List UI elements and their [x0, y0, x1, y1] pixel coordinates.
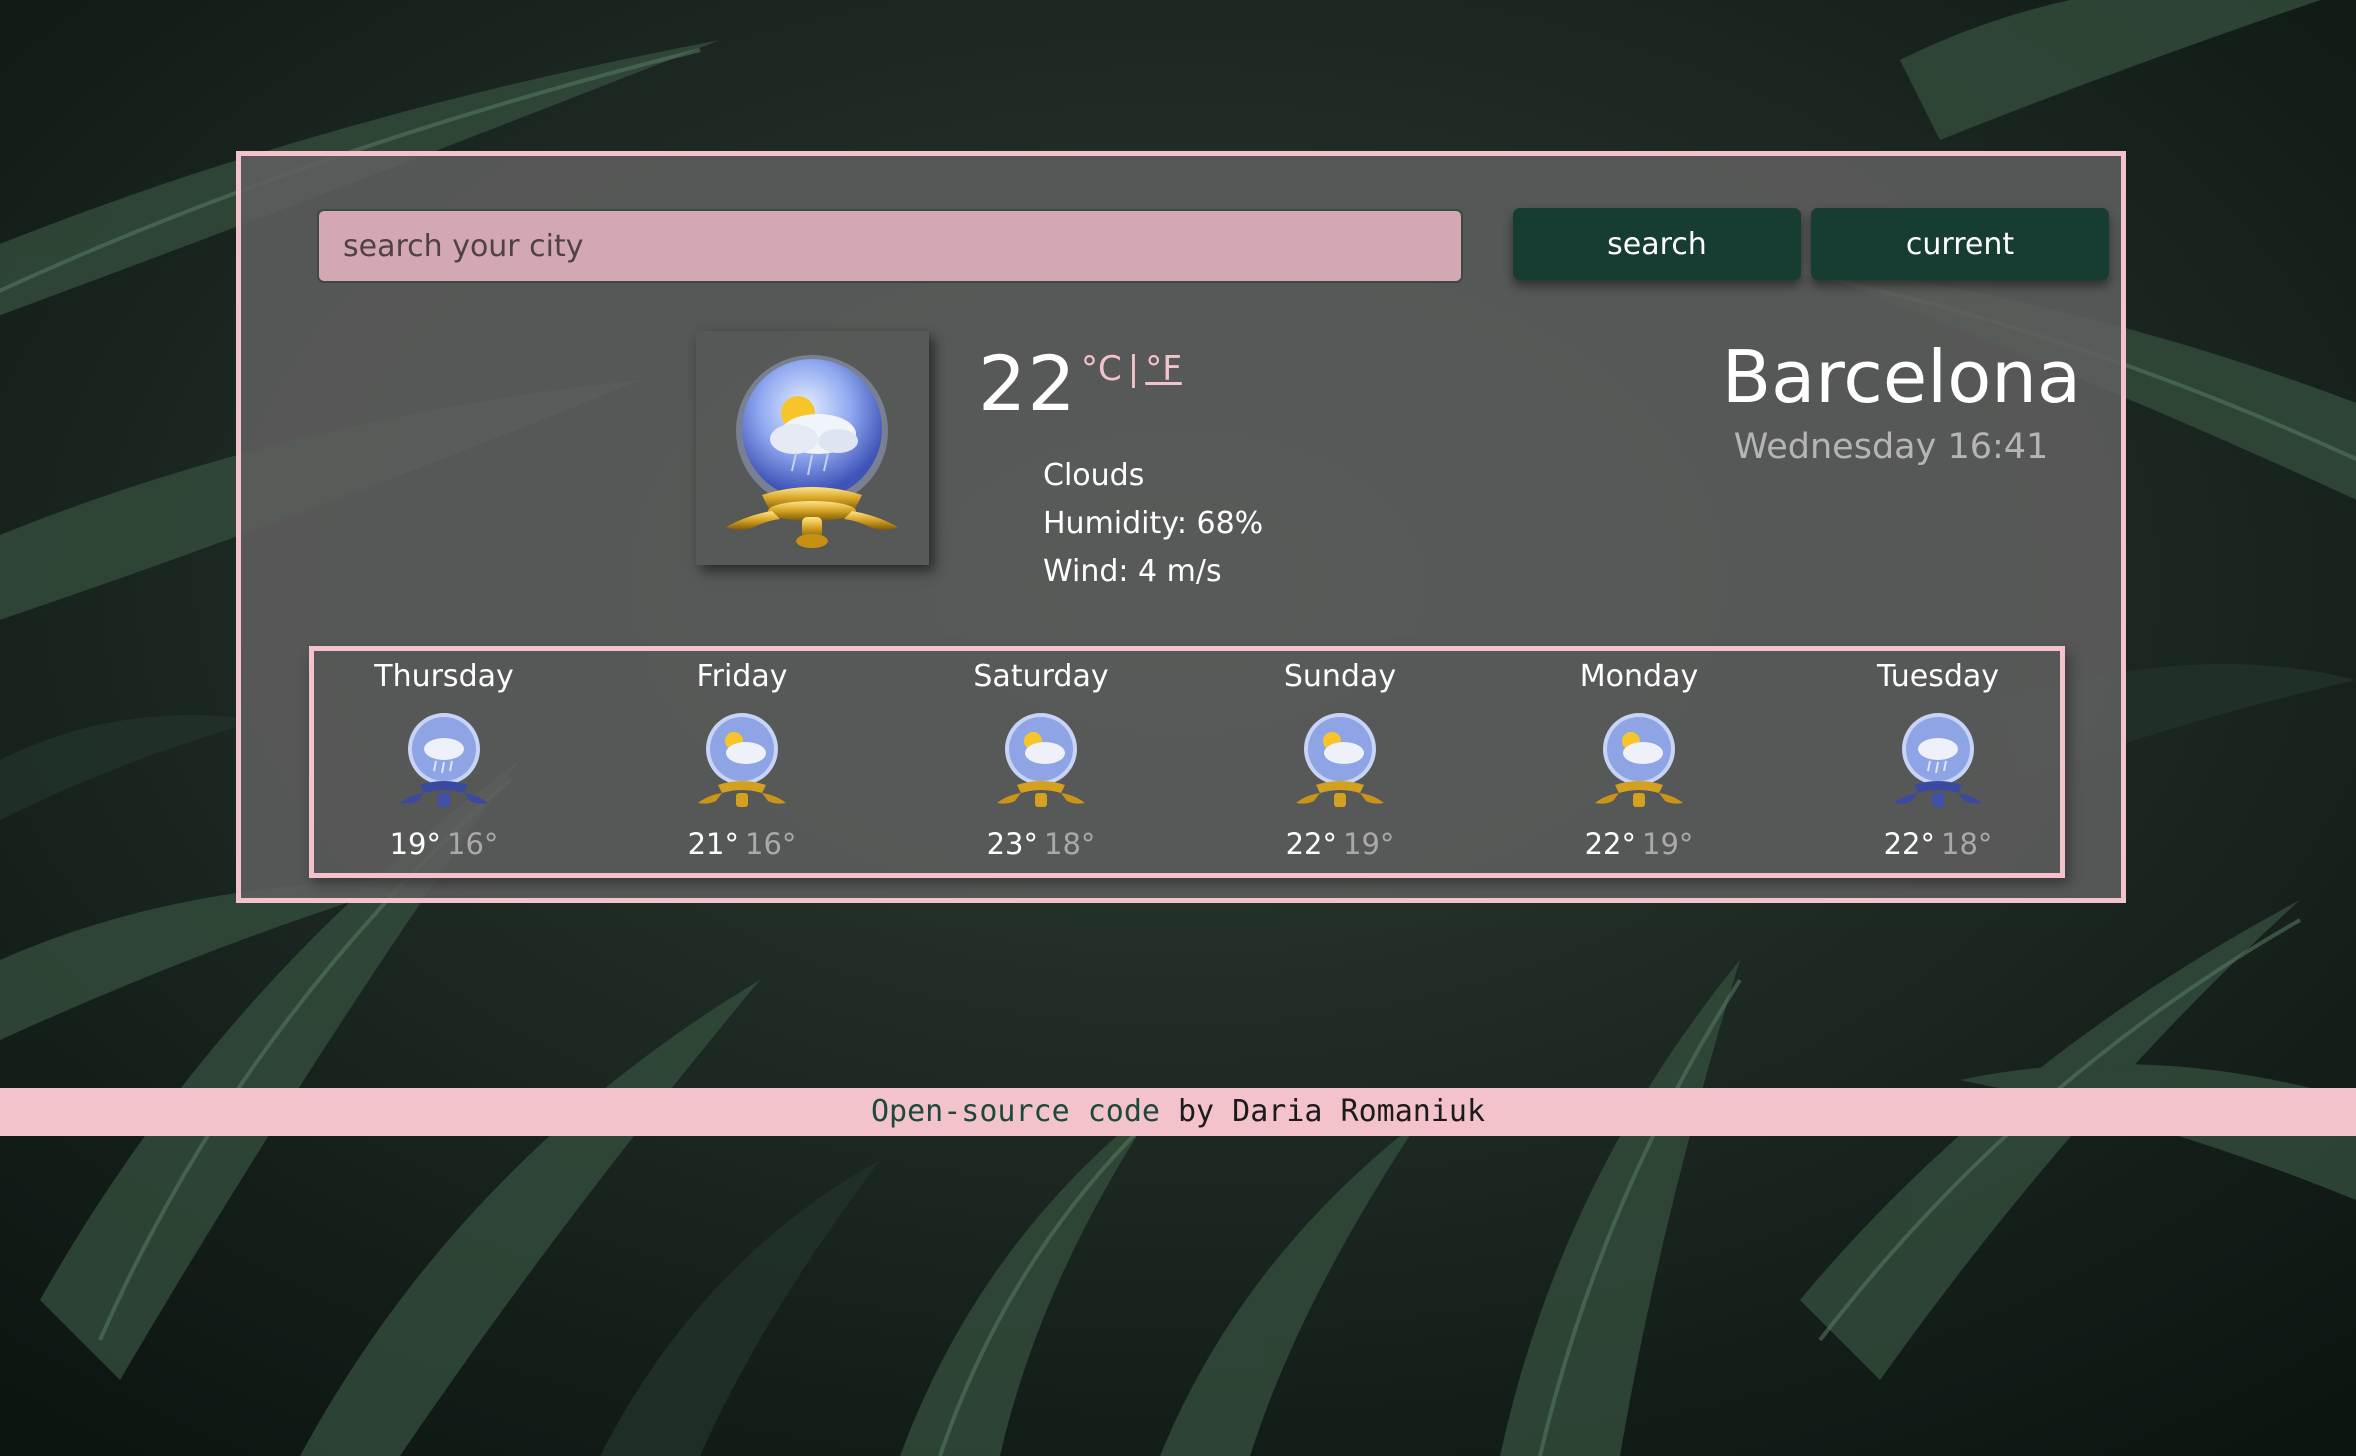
search-input[interactable] [317, 209, 1463, 283]
forecast-day-name: Saturday [973, 659, 1109, 694]
humidity-value: Humidity: 68% [1043, 506, 1264, 541]
weather-details: Clouds Humidity: 68% Wind: 4 m/s [1043, 452, 1263, 596]
current-location-button[interactable]: current [1811, 208, 2109, 280]
cloud-rain-globe-icon [1894, 713, 1982, 807]
forecast-min-temp: 19° [1642, 827, 1694, 861]
forecast-max-temp: 21° [687, 827, 739, 861]
forecast-day-name: Thursday [374, 659, 514, 694]
forecast-max-temp: 22° [1883, 827, 1935, 861]
forecast-day-name: Tuesday [1876, 659, 2000, 694]
forecast-temps: 19° 16° [324, 827, 564, 861]
sun-cloud-globe-icon [698, 713, 786, 807]
current-temperature: 22 [978, 339, 1077, 428]
forecast-day-name: Friday [696, 659, 788, 694]
forecast-temps: 22° 19° [1220, 827, 1460, 861]
forecast-min-temp: 19° [1343, 827, 1395, 861]
forecast-day-name: Monday [1579, 659, 1699, 694]
wind-value: Wind: 4 m/s [1043, 554, 1222, 589]
forecast-day: Friday 21° 16° [622, 651, 862, 873]
forecast-day-name: Sunday [1283, 659, 1397, 694]
forecast-min-temp: 18° [1044, 827, 1096, 861]
forecast-day: Saturday 23° 18° [921, 651, 1161, 873]
forecast-max-temp: 19° [389, 827, 441, 861]
sun-cloud-rain-globe-icon [726, 355, 898, 548]
forecast-temps: 21° 16° [622, 827, 862, 861]
footer-author-text: by Daria Romaniuk [1159, 1094, 1486, 1129]
fahrenheit-link[interactable]: °F [1145, 349, 1182, 389]
unit-separator: | [1127, 349, 1140, 389]
sun-cloud-globe-icon [1296, 713, 1384, 807]
forecast-temps: 22° 18° [1818, 827, 2058, 861]
search-button[interactable]: search [1513, 208, 1801, 280]
forecast-max-temp: 23° [986, 827, 1038, 861]
current-datetime: Wednesday 16:41 [1733, 427, 2049, 467]
footer-bar: Open-source code by Daria Romaniuk [0, 1088, 2356, 1136]
forecast-max-temp: 22° [1584, 827, 1636, 861]
open-source-code-link[interactable]: Open-source code [871, 1094, 1160, 1129]
forecast-max-temp: 22° [1285, 827, 1337, 861]
city-name: Barcelona [1721, 335, 2081, 419]
current-weather-icon-card [696, 331, 929, 565]
sun-cloud-globe-icon [1595, 713, 1683, 807]
forecast-day: Thursday 19° 16° [324, 651, 564, 873]
forecast-min-temp: 16° [745, 827, 797, 861]
weather-panel: search current [236, 151, 2126, 903]
unit-switcher: °C | °F [1081, 352, 1182, 386]
celsius-link[interactable]: °C [1081, 349, 1122, 389]
forecast-day: Tuesday 22° 18° [1818, 651, 2058, 873]
weather-description: Clouds [1043, 458, 1145, 493]
forecast-temps: 22° 19° [1519, 827, 1759, 861]
forecast-temps: 23° 18° [921, 827, 1161, 861]
forecast-day: Monday 22° 19° [1519, 651, 1759, 873]
forecast-min-temp: 16° [447, 827, 499, 861]
sun-cloud-globe-icon [997, 713, 1085, 807]
forecast-strip: Thursday 19° 16° Friday 21° 16° Saturday… [309, 646, 2065, 878]
forecast-min-temp: 18° [1941, 827, 1993, 861]
forecast-day: Sunday 22° 19° [1220, 651, 1460, 873]
cloud-rain-globe-icon [400, 713, 488, 807]
